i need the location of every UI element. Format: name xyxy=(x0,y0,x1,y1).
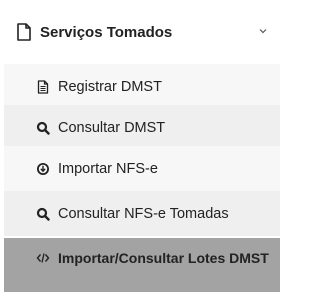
menu-item-consultar-dmst[interactable]: Consultar DMST xyxy=(4,105,280,150)
menu-item-consultar-nfse-tomadas[interactable]: Consultar NFS-e Tomadas xyxy=(4,191,280,236)
search-icon xyxy=(36,121,50,135)
menu-item-label: Registrar DMST xyxy=(58,78,162,95)
search-icon xyxy=(36,207,50,221)
chevron-down-icon[interactable] xyxy=(258,26,268,36)
menu-item-label: Consultar NFS-e Tomadas xyxy=(58,205,229,222)
menu-item-label: Importar/Consultar Lotes DMST xyxy=(58,250,269,266)
menu-group-servicos-tomados[interactable]: Serviços Tomados xyxy=(4,0,280,64)
document-icon xyxy=(17,23,31,41)
import-circle-icon xyxy=(37,162,49,175)
sidebar-menu: Serviços Tomados Registrar DMST Consulta… xyxy=(4,0,280,307)
menu-item-importar-nfse[interactable]: Importar NFS-e xyxy=(4,146,280,191)
menu-item-registrar-dmst[interactable]: Registrar DMST xyxy=(4,64,280,109)
menu-item-importar-consultar-lotes-dmst[interactable]: Importar/Consultar Lotes DMST xyxy=(4,238,280,292)
menu-item-label: Consultar DMST xyxy=(58,119,166,136)
code-icon xyxy=(36,253,50,263)
menu-group-title: Serviços Tomados xyxy=(40,23,173,41)
file-text-icon xyxy=(37,79,49,94)
menu-item-label: Importar NFS-e xyxy=(58,160,158,177)
